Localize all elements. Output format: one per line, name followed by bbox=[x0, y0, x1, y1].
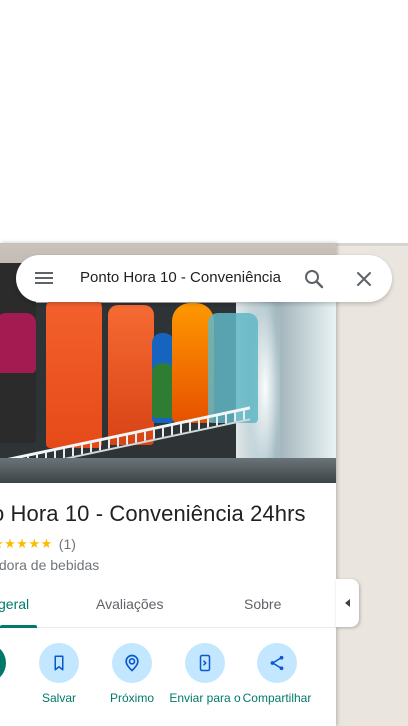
menu-icon[interactable] bbox=[32, 269, 56, 289]
tab-about[interactable]: Sobre bbox=[244, 586, 281, 628]
rating-row[interactable]: ★★★★★ (1) bbox=[0, 536, 76, 552]
rating-stars: ★★★★★ bbox=[0, 536, 53, 551]
save-button[interactable]: Salvar bbox=[21, 643, 97, 705]
tab-reviews[interactable]: Avaliações bbox=[96, 586, 163, 628]
share-label: Compartilhar bbox=[242, 691, 312, 705]
place-title: o Hora 10 - Conveniência 24hrs bbox=[0, 501, 306, 526]
review-count[interactable]: (1) bbox=[59, 536, 76, 552]
nearby-icon bbox=[112, 643, 152, 683]
bookmark-icon bbox=[39, 643, 79, 683]
save-label: Salvar bbox=[41, 691, 76, 705]
share-icon bbox=[257, 643, 297, 683]
send-to-phone-button[interactable]: Enviar para o bbox=[167, 643, 243, 705]
place-category[interactable]: uidora de bebidas bbox=[0, 557, 99, 573]
directions-icon bbox=[0, 643, 6, 683]
collapse-left-icon bbox=[344, 599, 350, 607]
nearby-label: Próximo bbox=[109, 691, 154, 705]
active-tab-indicator bbox=[0, 625, 37, 628]
collapse-panel-button[interactable] bbox=[336, 579, 359, 627]
send-to-phone-icon bbox=[185, 643, 225, 683]
send-to-phone-label: Enviar para o bbox=[169, 691, 241, 705]
search-icon[interactable] bbox=[302, 267, 326, 291]
action-buttons: s Salvar Próximo Enviar para o Compartil… bbox=[0, 643, 336, 726]
close-icon[interactable] bbox=[352, 267, 376, 291]
place-panel: o Hora 10 - Conveniência 24hrs ★★★★★ (1)… bbox=[0, 243, 336, 726]
tab-overview[interactable]: geral bbox=[0, 586, 29, 628]
share-button[interactable]: Compartilhar bbox=[239, 643, 315, 705]
search-box[interactable]: Ponto Hora 10 - Conveniência bbox=[16, 255, 392, 302]
place-tabs: geral Avaliações Sobre bbox=[0, 586, 336, 628]
search-input[interactable]: Ponto Hora 10 - Conveniência bbox=[80, 269, 300, 286]
nearby-button[interactable]: Próximo bbox=[94, 643, 170, 705]
